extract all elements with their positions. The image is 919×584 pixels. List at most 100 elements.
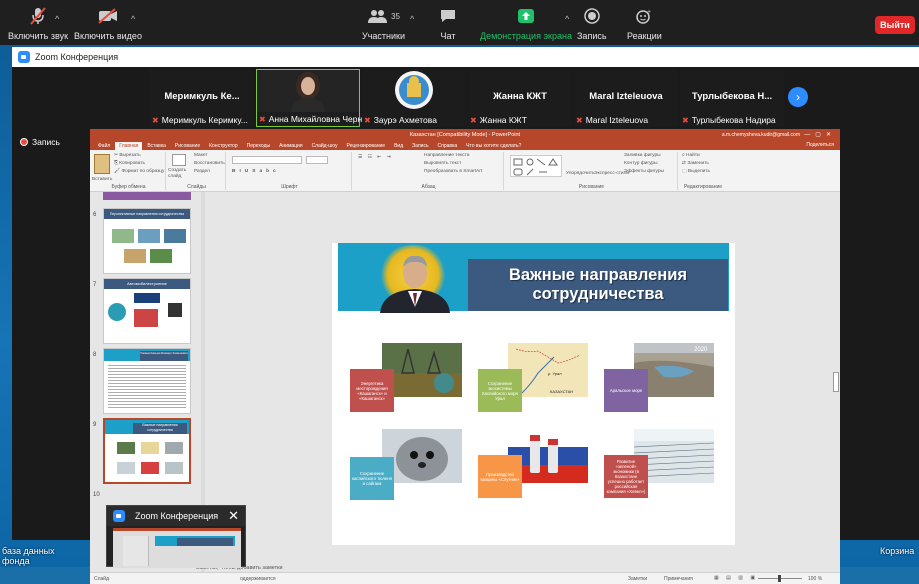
view-buttons[interactable]: ▦ ▤ ▥ ▣: [714, 575, 758, 581]
window-controls[interactable]: —▢✕: [804, 131, 836, 138]
leave-button[interactable]: Выйти: [875, 16, 915, 34]
font-name-select[interactable]: [232, 156, 302, 164]
tab-record[interactable]: Запись: [408, 142, 432, 150]
mini-zoom-window[interactable]: Zoom Конференция ✕: [106, 505, 246, 568]
tab-design[interactable]: Конструктор: [205, 142, 242, 150]
slide-thumbnail[interactable]: Автомобилестроение: [103, 278, 191, 344]
zoom-logo-icon: [113, 510, 125, 522]
participants-button[interactable]: 35 Участники: [362, 6, 405, 41]
recording-indicator[interactable]: Запись: [20, 137, 60, 147]
ppt-status-bar: Слайд оддерживается Заметки Примечания ▦…: [90, 572, 840, 584]
participant-tile-active-speaker[interactable]: ✖ Анна Михайловна Черн...: [256, 69, 369, 127]
participant-tile[interactable]: Турлыбекова Н... ✖ Турлыбекова Надира: [680, 69, 784, 127]
font-size-select[interactable]: [306, 156, 328, 164]
align-text-button[interactable]: Выровнять текст: [424, 160, 482, 168]
tab-animations[interactable]: Анимация: [275, 142, 306, 150]
next-participants-button[interactable]: ›: [788, 87, 808, 107]
clipboard-group: Вставить ✂ Вырезать ⎘ Копировать 🖌 Форма…: [92, 152, 166, 190]
tab-help[interactable]: Справка: [434, 142, 462, 150]
record-icon: [584, 6, 600, 26]
tab-insert[interactable]: Вставка: [143, 142, 170, 150]
copy-button[interactable]: ⎘ Копировать: [114, 160, 164, 168]
tab-review[interactable]: Рецензирование: [342, 142, 389, 150]
audio-options-caret-icon[interactable]: ^: [55, 14, 59, 24]
format-painter-button[interactable]: 🖌 Формат по образцу: [114, 168, 164, 176]
list-buttons[interactable]: ☰ ☷ ⇤ ⇥: [358, 154, 393, 162]
zoom-logo-icon: [18, 51, 30, 63]
select-button[interactable]: ⬚ Выделить: [682, 168, 710, 176]
smartart-button[interactable]: Преобразовать в SmartArt: [424, 168, 482, 176]
notes-pane[interactable]: Заметки, чтобы добавить заметки: [196, 565, 796, 572]
share-button[interactable]: Поделиться: [806, 142, 834, 148]
paste-icon: [94, 154, 110, 174]
share-options-caret-icon[interactable]: ^: [565, 14, 569, 24]
comments-toggle-button[interactable]: Примечания: [664, 576, 693, 582]
replace-button[interactable]: ⇄ Заменить: [682, 160, 710, 168]
tab-draw[interactable]: Рисование: [171, 142, 204, 150]
map-label-country: КАЗАХСТАН: [550, 389, 573, 394]
slide-thumbnail-active[interactable]: Важные направления сотрудничества: [103, 418, 191, 484]
layout-button[interactable]: Макет: [194, 152, 225, 160]
text-direction-button[interactable]: Направление текста: [424, 152, 482, 160]
chat-button[interactable]: Чат: [440, 6, 456, 41]
map-label-river: р. Урал: [548, 371, 562, 376]
find-button[interactable]: ⌕ Найти: [682, 152, 710, 160]
main-slide-canvas[interactable]: Важные направления сотрудничества Энерге…: [332, 243, 735, 545]
svg-text:+: +: [647, 9, 651, 16]
ppt-ribbon-tabs: Файл Главная Вставка Рисование Конструкт…: [90, 140, 840, 150]
window-title: Zoom Конференция: [35, 52, 119, 62]
shape-effects-button[interactable]: Эффекты фигуры: [624, 168, 664, 176]
arrange-button[interactable]: Упорядочить: [566, 170, 595, 178]
card-label-caspian: Сохранение экосистемы Каспийского моря У…: [478, 369, 522, 412]
new-slide-icon: [172, 154, 186, 166]
desktop-icon-recycle-bin[interactable]: Корзина: [880, 546, 914, 556]
zoom-level[interactable]: 100 %: [808, 576, 822, 582]
reactions-button[interactable]: + Реакции: [627, 6, 662, 41]
share-screen-icon: [517, 6, 535, 26]
tab-file[interactable]: Файл: [94, 142, 114, 150]
notes-toggle-button[interactable]: Заметки: [628, 576, 647, 582]
tab-home[interactable]: Главная: [115, 142, 143, 150]
new-slide-button[interactable]: Создать слайд: [168, 168, 192, 180]
participants-caret-icon[interactable]: ^: [410, 14, 414, 24]
participant-tile[interactable]: Жанна КЖТ ✖ Жанна КЖТ: [468, 69, 572, 127]
slide-title: Важные направления сотрудничества: [468, 259, 728, 311]
zoom-meeting-window: Zoom Конференция Меримкуль Ке... ✖ Меримк…: [12, 47, 919, 584]
font-format-buttons[interactable]: BIUSabc: [232, 168, 280, 176]
zoom-slider-handle[interactable]: [778, 575, 781, 582]
shapes-gallery[interactable]: [510, 155, 562, 177]
card-label-green-economy: Развитие «зеленой» экономики (в Казахста…: [604, 455, 648, 498]
video-options-caret-icon[interactable]: ^: [131, 14, 135, 24]
share-screen-button[interactable]: Демонстрация экрана: [480, 6, 572, 41]
mini-titlebar: Zoom Конференция: [107, 506, 245, 526]
portrait-photo: [380, 255, 450, 313]
slide-thumbnail[interactable]: Перспективные направления сотрудничества: [103, 208, 191, 274]
paragraph-group: ☰ ☷ ⇤ ⇥ Направление текста Выровнять тек…: [354, 152, 504, 190]
slide-thumbnail[interactable]: Токаев Касым-Жомарт Кемелевич: [103, 348, 191, 414]
section-button[interactable]: Раздел: [194, 168, 225, 176]
record-button[interactable]: Запись: [577, 6, 607, 41]
slide-header: Важные направления сотрудничества: [338, 243, 729, 313]
tab-transitions[interactable]: Переходы: [243, 142, 274, 150]
reset-button[interactable]: Восстановить: [194, 160, 225, 168]
shape-fill-button[interactable]: Заливка фигуры: [624, 152, 664, 160]
muted-mic-icon: ✖: [364, 115, 371, 125]
tab-view[interactable]: Вид: [390, 142, 407, 150]
tab-slideshow[interactable]: Слайд-шоу: [308, 142, 342, 150]
slide-scrollbar[interactable]: [832, 192, 840, 572]
slide-thumbnail-partial[interactable]: [103, 192, 191, 200]
year-label: 2020: [694, 347, 708, 353]
desktop-icon-database[interactable]: база данных фонда: [2, 546, 62, 566]
mini-screen-preview: [113, 528, 241, 568]
ppt-ribbon: Вставить ✂ Вырезать ⎘ Копировать 🖌 Форма…: [90, 150, 840, 192]
tell-me-search[interactable]: Что вы хотите сделать?: [462, 142, 525, 150]
zoom-titlebar: Zoom Конференция: [12, 47, 919, 67]
participant-tile[interactable]: Maral Izteleuova ✖ Maral Izteleuova: [574, 69, 678, 127]
editing-group: ⌕ Найти ⇄ Заменить ⬚ Выделить Редактиров…: [682, 152, 723, 190]
close-icon[interactable]: ✕: [228, 508, 239, 524]
shape-outline-button[interactable]: Контур фигуры: [624, 160, 664, 168]
participant-tile[interactable]: Меримкуль Ке... ✖ Меримкуль Керимку...: [150, 69, 254, 127]
cut-button[interactable]: ✂ Вырезать: [114, 152, 164, 160]
participant-tile[interactable]: ✖ Заурэ Ахметова: [362, 69, 466, 127]
paste-button[interactable]: Вставить: [92, 176, 112, 184]
